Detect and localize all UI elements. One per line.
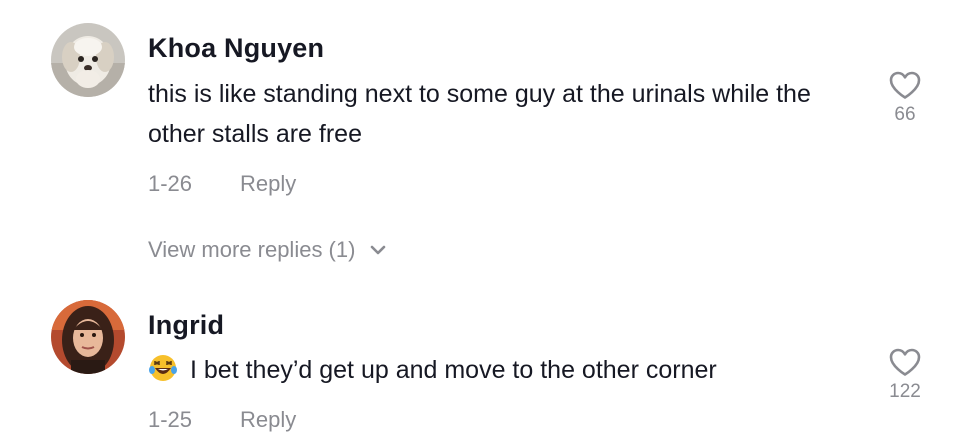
comment-date: 1-25 bbox=[148, 407, 193, 432]
woman-avatar-icon bbox=[51, 300, 125, 374]
reply-button[interactable]: Reply bbox=[240, 171, 296, 197]
like-button[interactable]: 66 bbox=[886, 70, 924, 126]
reply-button[interactable]: Reply bbox=[240, 407, 296, 433]
comment-meta: 1-25 Reply bbox=[148, 407, 296, 433]
view-more-replies-label: View more replies (1) bbox=[148, 237, 356, 262]
view-more-replies-button[interactable]: View more replies (1) bbox=[148, 237, 386, 263]
like-count: 66 bbox=[894, 104, 916, 125]
comment-date: 1-26 bbox=[148, 171, 193, 196]
avatar[interactable] bbox=[51, 23, 125, 97]
like-count: 122 bbox=[889, 381, 921, 402]
comment-text-container: I bet they’d get up and move to the othe… bbox=[148, 350, 848, 390]
laughing-tears-emoji-icon bbox=[149, 355, 177, 381]
like-button[interactable]: 122 bbox=[886, 347, 924, 403]
comment-text: this is like standing next to some guy a… bbox=[148, 80, 811, 148]
comment-meta: 1-26 Reply bbox=[148, 171, 296, 197]
comment-text: I bet they’d get up and move to the othe… bbox=[190, 356, 717, 384]
avatar[interactable] bbox=[51, 300, 125, 374]
username[interactable]: Ingrid bbox=[148, 310, 224, 341]
username[interactable]: Khoa Nguyen bbox=[148, 33, 324, 64]
heart-icon[interactable] bbox=[888, 70, 922, 100]
chevron-down-icon bbox=[370, 245, 385, 255]
dog-avatar-icon bbox=[51, 23, 125, 97]
heart-icon[interactable] bbox=[888, 347, 922, 377]
